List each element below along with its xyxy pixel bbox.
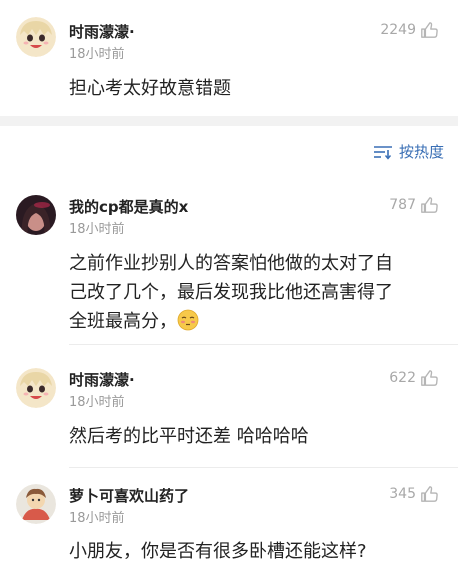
- sort-lines-icon: [373, 145, 392, 160]
- section-divider: [0, 116, 458, 126]
- username[interactable]: 萝卜可喜欢山药了: [69, 485, 189, 506]
- comment-text-line-content: 全班最高分，: [69, 311, 177, 332]
- like-count: 622: [389, 370, 416, 386]
- timestamp: 18小时前: [69, 511, 125, 526]
- divider: [69, 467, 458, 468]
- like-count: 787: [389, 197, 416, 213]
- comment-item: 萝卜可喜欢山药了 18小时前 345 小朋友，你是否有很多卧槽还能这样?: [0, 478, 458, 573]
- timestamp: 18小时前: [69, 222, 125, 237]
- like-button[interactable]: 622: [389, 369, 438, 387]
- thumbs-up-icon: [421, 370, 438, 386]
- sort-label: 按热度: [398, 143, 444, 161]
- like-count: 2249: [380, 22, 416, 38]
- comment-item: 我的cp都是真的x 18小时前 787 之前作业抄别人的答案怕他做的太对了自 己…: [0, 185, 458, 345]
- comment-text-line: 之前作业抄别人的答案怕他做的太对了自: [69, 253, 393, 274]
- comment-text: 小朋友，你是否有很多卧槽还能这样?: [69, 541, 367, 562]
- like-button[interactable]: 787: [389, 196, 438, 214]
- divider: [69, 344, 458, 345]
- comment-text: 然后考的比平时还差 哈哈哈哈: [69, 426, 309, 447]
- like-button[interactable]: 345: [389, 485, 438, 503]
- avatar[interactable]: [16, 368, 56, 408]
- avatar[interactable]: [16, 484, 56, 524]
- thumbs-up-icon: [421, 22, 438, 38]
- sort-button[interactable]: 按热度: [373, 141, 444, 162]
- username[interactable]: 我的cp都是真的x: [69, 196, 188, 217]
- username[interactable]: 时雨濛濛·: [69, 21, 135, 42]
- like-count: 345: [389, 486, 416, 502]
- timestamp: 18小时前: [69, 47, 125, 62]
- thumbs-up-icon: [421, 197, 438, 213]
- comment-text: 之前作业抄别人的答案怕他做的太对了自 己改了几个，最后发现我比他还高害得了 全班…: [69, 249, 439, 336]
- comment-text-line: 己改了几个，最后发现我比他还高害得了: [69, 282, 393, 303]
- avatar[interactable]: [16, 17, 56, 57]
- comment-item: 时雨濛濛· 18小时前 622 然后考的比平时还差 哈哈哈哈: [0, 360, 458, 470]
- top-comment: 时雨濛濛· 18小时前 2249 担心考太好故意错题: [0, 0, 458, 116]
- comment-text-line: 全班最高分，: [69, 307, 439, 336]
- timestamp: 18小时前: [69, 395, 125, 410]
- username[interactable]: 时雨濛濛·: [69, 369, 135, 390]
- thumbs-up-icon: [421, 486, 438, 502]
- like-button[interactable]: 2249: [380, 21, 438, 39]
- embarrassed-face-emoji: [177, 309, 199, 331]
- comment-text: 担心考太好故意错题: [69, 78, 231, 99]
- avatar[interactable]: [16, 195, 56, 235]
